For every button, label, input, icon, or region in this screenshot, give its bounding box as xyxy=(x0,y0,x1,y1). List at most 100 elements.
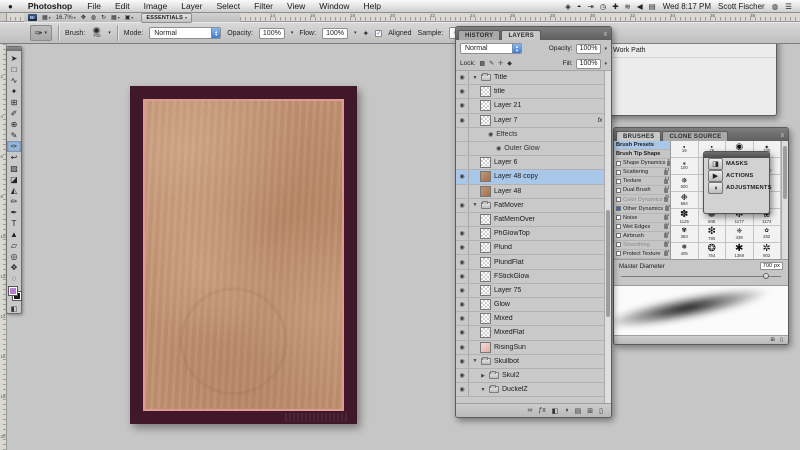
scrollbar-thumb[interactable] xyxy=(606,210,610,316)
masks-panel-button-icon[interactable]: ◨ xyxy=(708,158,723,170)
expander-icon[interactable]: ▼ xyxy=(480,387,486,393)
zoom-tool[interactable]: ◌ xyxy=(7,273,21,284)
checkbox[interactable] xyxy=(616,206,621,211)
eye-icon[interactable]: ◉ xyxy=(459,202,464,209)
layer-row-content[interactable]: ◉Outer Glow xyxy=(469,142,611,155)
opacity-field[interactable]: 100% xyxy=(259,28,285,39)
brush-preset-cell[interactable]: ✲802 xyxy=(754,243,782,260)
adjustments-panel-button-icon[interactable]: ◑ xyxy=(708,182,723,194)
actions-panel-button-icon[interactable]: ▶ xyxy=(708,170,723,182)
visibility-cell[interactable]: ◉ xyxy=(456,99,469,112)
layer-row-content[interactable]: title xyxy=(469,85,611,98)
document-canvas[interactable] xyxy=(130,86,357,424)
brush-presets-item[interactable]: Brush Presets xyxy=(614,141,670,150)
master-diameter-slider[interactable] xyxy=(619,273,783,281)
layer-row-content[interactable]: FatMemOver xyxy=(469,213,611,226)
layer-row[interactable]: Layer 6 xyxy=(456,156,611,170)
layer-row[interactable]: ◉ ▶Skul2 xyxy=(456,369,611,383)
brush-option-dual-brush[interactable]: Dual Brush xyxy=(614,186,670,195)
brush-preset-cell[interactable]: ❇780 xyxy=(699,226,727,243)
checkbox[interactable] xyxy=(616,233,621,238)
brush-tip-shape-item[interactable]: Brush Tip Shape xyxy=(614,150,670,159)
visibility-cell[interactable]: ◉ xyxy=(456,326,469,339)
visibility-cell[interactable]: ◉ xyxy=(456,369,469,382)
brush-option-protect-texture[interactable]: Protect Texture xyxy=(614,250,670,259)
layer-row[interactable]: ◉Glow xyxy=(456,298,611,312)
layer-row[interactable]: ◉RisingSun xyxy=(456,341,611,355)
tool-preset-picker[interactable]: ✑ ▾ xyxy=(30,25,52,41)
lock-icon[interactable] xyxy=(664,188,668,193)
path-selection-tool[interactable]: ▲ xyxy=(7,229,21,240)
chevron-down-icon[interactable]: ▾ xyxy=(604,61,607,67)
visibility-cell[interactable]: ◉ xyxy=(456,255,469,268)
lasso-tool[interactable]: ∿ xyxy=(7,75,21,86)
brush-option-noise[interactable]: Noise xyxy=(614,214,670,223)
panel-menu-icon[interactable]: ≡ xyxy=(599,32,611,40)
layer-row-content[interactable]: Layer 6 xyxy=(469,156,611,169)
brush-preset-cell[interactable]: ●19 xyxy=(671,141,699,158)
wifi-icon[interactable]: ≋ xyxy=(625,2,631,11)
layer-row-content[interactable]: ◉Effects xyxy=(469,128,611,141)
brushes-scrollbar[interactable] xyxy=(781,141,788,259)
lock-icon[interactable] xyxy=(664,233,668,238)
hand-tool[interactable]: ✥ xyxy=(7,262,21,273)
link-layers-icon[interactable]: ∞ xyxy=(527,407,532,414)
checkbox[interactable] xyxy=(616,188,621,193)
layer-row[interactable]: ◉Mixed xyxy=(456,312,611,326)
visibility-cell[interactable]: ◉ xyxy=(456,298,469,311)
layers-scrollbar[interactable] xyxy=(604,71,611,403)
chevron-down-icon[interactable]: ▾ xyxy=(354,30,357,36)
menu-help[interactable]: Help xyxy=(357,1,388,11)
blend-mode-select[interactable]: Normal ▲▼ xyxy=(460,43,522,54)
checkbox[interactable] xyxy=(616,179,621,184)
layer-row[interactable]: ◉title xyxy=(456,85,611,99)
marquee-tool[interactable]: □ xyxy=(7,64,21,75)
delete-brush-icon[interactable]: ▯ xyxy=(780,337,783,343)
checkbox[interactable] xyxy=(616,197,621,202)
eye-icon[interactable]: ◉ xyxy=(459,372,464,379)
actions-panel-button[interactable]: ▶ACTIONS xyxy=(704,170,769,182)
volume-icon[interactable]: ◀ xyxy=(637,2,643,11)
lock-icon[interactable] xyxy=(667,161,670,166)
layer-row-content[interactable]: MixedFlat xyxy=(469,326,611,339)
adjustment-layer-icon[interactable]: ◑ xyxy=(564,407,568,414)
visibility-cell[interactable] xyxy=(456,213,469,226)
brush-preset-preview[interactable]: 700 xyxy=(92,27,101,39)
visibility-cell[interactable]: ◉ xyxy=(456,355,469,368)
dodge-tool[interactable]: ✏ xyxy=(7,196,21,207)
layer-row-content[interactable]: Layer 48 copy xyxy=(469,170,611,183)
layer-row[interactable]: ◉Effects xyxy=(456,128,611,142)
view-extras-button[interactable]: ▦▾ xyxy=(42,14,51,21)
eye-icon[interactable]: ◉ xyxy=(459,259,464,266)
layer-row[interactable]: ◉Outer Glow xyxy=(456,142,611,156)
layer-row[interactable]: ◉PlundFlat xyxy=(456,255,611,269)
visibility-cell[interactable]: ◉ xyxy=(456,170,469,183)
eye-icon[interactable]: ◉ xyxy=(459,102,464,109)
visibility-cell[interactable] xyxy=(456,185,469,198)
checkbox[interactable] xyxy=(616,224,621,229)
lock-icon[interactable] xyxy=(664,224,668,229)
sync-status-icon[interactable]: ◈ xyxy=(565,2,571,11)
eye-icon[interactable]: ◉ xyxy=(459,230,464,237)
lock-toggle-icon[interactable]: ▩ xyxy=(479,60,487,67)
lock-icon[interactable] xyxy=(664,179,668,184)
brush-preset-cell[interactable]: ❋100 xyxy=(671,158,699,175)
foreground-color-swatch[interactable] xyxy=(9,287,17,295)
panel-menu-icon[interactable]: ≡ xyxy=(776,133,788,141)
expander-icon[interactable]: ▼ xyxy=(472,202,478,208)
eye-icon[interactable]: ◉ xyxy=(459,244,464,251)
brush-preset-cell[interactable]: ✽1125 xyxy=(671,209,699,226)
zoom-tool-icon[interactable]: ◍ xyxy=(91,14,96,21)
layer-row[interactable]: ◉Layer 48 copy xyxy=(456,170,611,184)
visibility-cell[interactable]: ◉ xyxy=(456,270,469,283)
workspace-switcher[interactable]: ESSENTIALS▾ xyxy=(141,13,192,23)
layer-row-content[interactable]: ▶Skul2 xyxy=(469,369,611,382)
lock-icon[interactable] xyxy=(664,215,668,220)
brush-preset-cell[interactable]: ❅405 xyxy=(671,243,699,260)
eye-icon[interactable]: ◉ xyxy=(459,74,464,81)
brush-option-smoothing[interactable]: Smoothing xyxy=(614,241,670,250)
eye-icon[interactable]: ◉ xyxy=(459,329,464,336)
menu-select[interactable]: Select xyxy=(209,1,247,11)
menu-view[interactable]: View xyxy=(280,1,312,11)
layer-row[interactable]: ◉FStickGlow xyxy=(456,270,611,284)
